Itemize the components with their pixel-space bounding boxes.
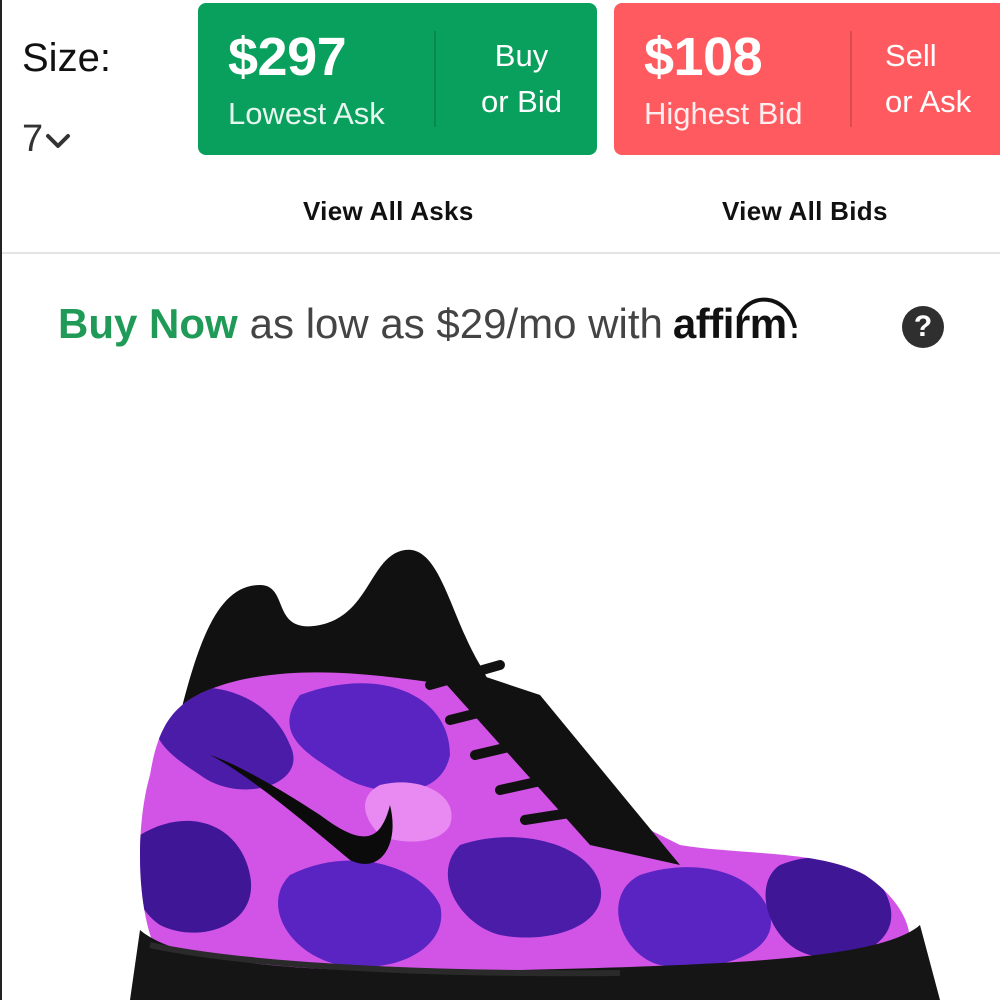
lowest-ask-label: Lowest Ask xyxy=(228,95,385,131)
lowest-ask-box[interactable]: $297 Lowest Ask Buy or Bid xyxy=(198,3,597,155)
highest-bid-label: Highest Bid xyxy=(644,95,803,131)
view-all-asks-link[interactable]: View All Asks xyxy=(303,196,474,227)
highest-bid-box[interactable]: $108 Highest Bid Sell or Ask xyxy=(614,3,1000,155)
question-glyph: ? xyxy=(913,310,933,343)
or-bid-label: or Bid xyxy=(481,84,562,119)
section-divider xyxy=(2,252,1000,254)
lowest-ask-price: $297 xyxy=(228,26,347,87)
sell-or-ask-button[interactable]: Sell or Ask xyxy=(852,33,1000,126)
size-selector[interactable]: 7 xyxy=(22,118,71,161)
size-value: 7 xyxy=(22,118,44,160)
chevron-down-icon xyxy=(46,133,71,148)
product-image xyxy=(130,549,940,1000)
buy-or-bid-button[interactable]: Buy or Bid xyxy=(436,33,597,126)
view-all-bids-link[interactable]: View All Bids xyxy=(722,196,888,227)
left-border xyxy=(0,0,2,1000)
question-icon[interactable]: ? xyxy=(902,306,944,348)
affirm-logo: affirm xyxy=(673,297,797,348)
highest-bid-price: $108 xyxy=(644,26,763,87)
buy-now-link[interactable]: Buy Now xyxy=(58,300,238,348)
buy-label: Buy xyxy=(494,37,549,73)
sell-label: Sell xyxy=(885,37,937,73)
size-label: Size: xyxy=(22,36,111,80)
affirm-promo: Buy Now as low as $29/mo with affirm . xyxy=(58,297,800,348)
affirm-arc-icon xyxy=(736,297,797,328)
or-ask-label: or Ask xyxy=(885,84,972,119)
promo-text: as low as $29/mo with xyxy=(249,300,663,347)
